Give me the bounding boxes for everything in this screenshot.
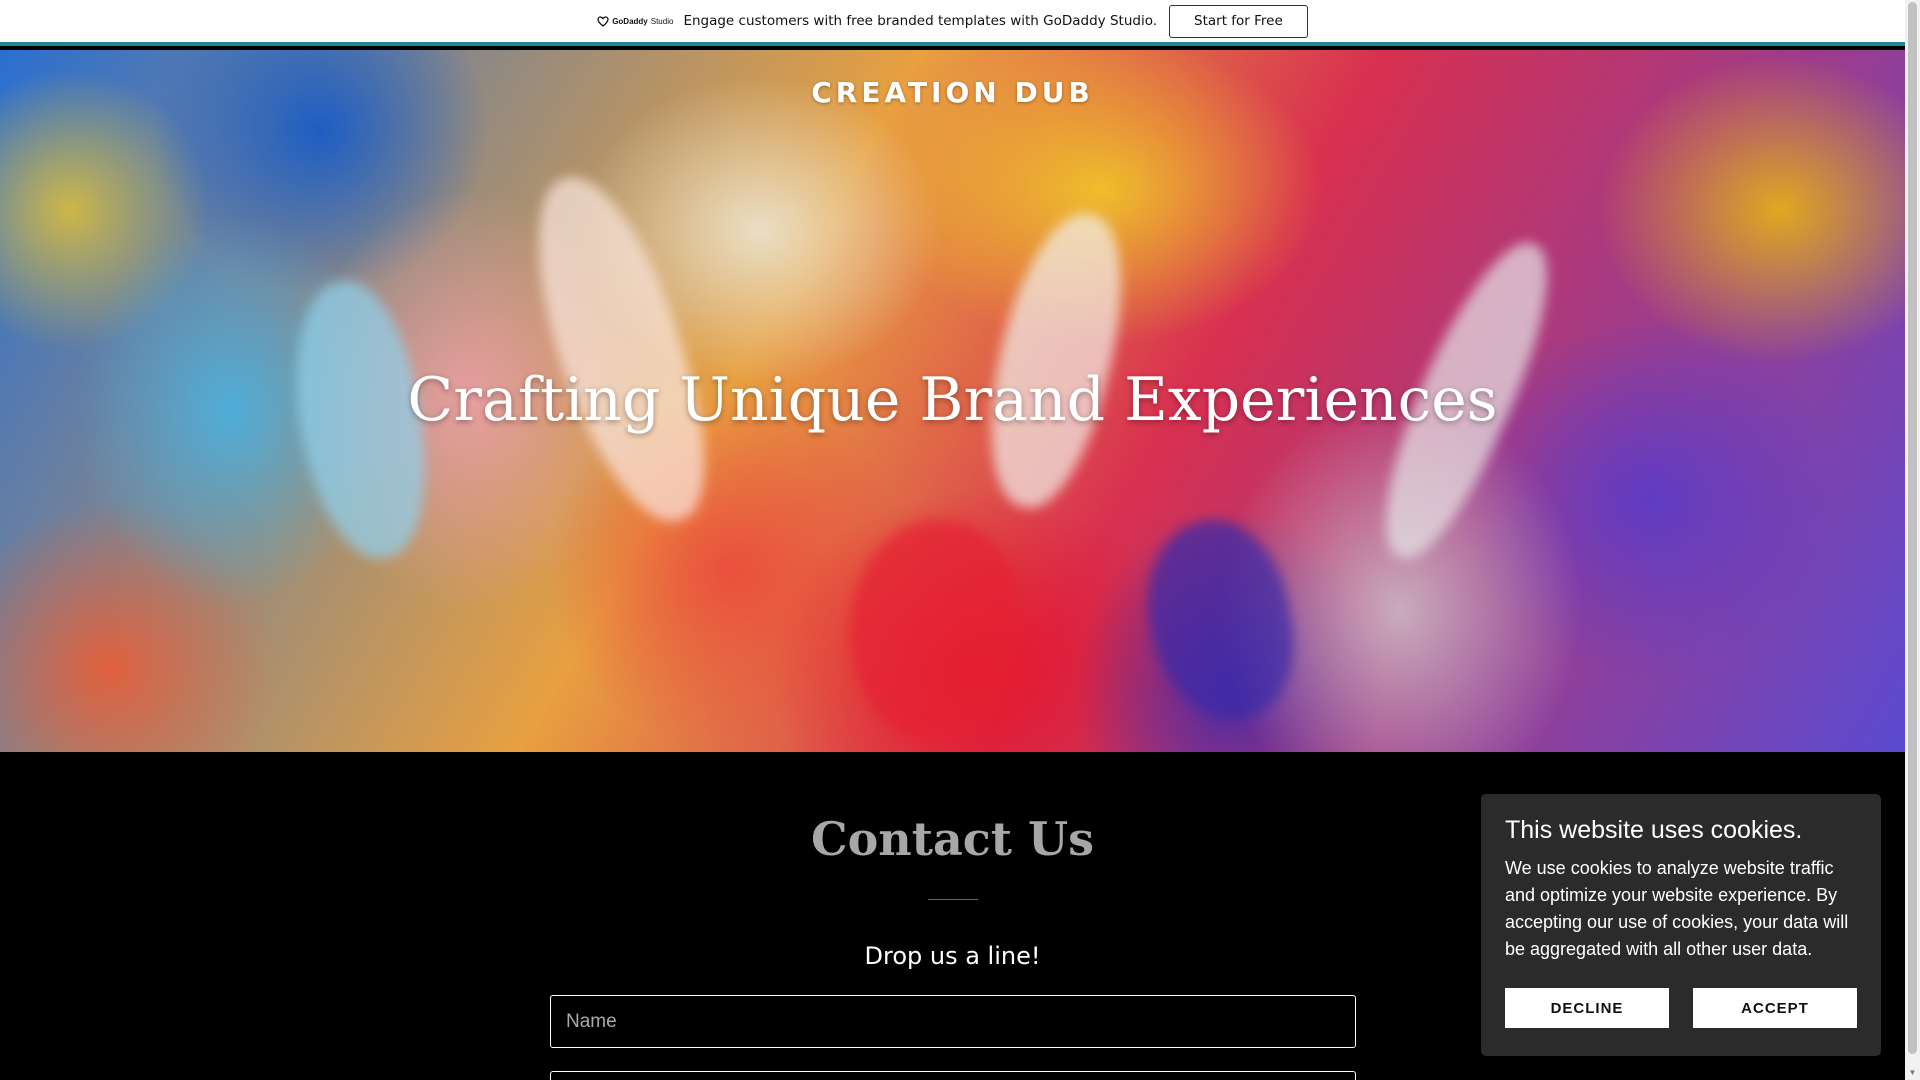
hero-art-stroke — [838, 511, 1032, 749]
start-for-free-button[interactable]: Start for Free — [1169, 4, 1308, 38]
scroll-down-icon[interactable]: ▼ — [1905, 1066, 1920, 1080]
hero-section: CREATION DUB Crafting Unique Brand Exper… — [0, 50, 1905, 752]
hero-art-stroke — [1133, 509, 1307, 731]
cookie-consent-panel: This website uses cookies. We use cookie… — [1481, 794, 1881, 1056]
site-title[interactable]: CREATION DUB — [0, 76, 1905, 109]
section-divider — [928, 899, 978, 900]
logo-brand: GoDaddy — [612, 16, 648, 26]
page-scrollbar[interactable]: ▼ — [1905, 0, 1920, 1080]
accept-cookies-button[interactable]: ACCEPT — [1693, 988, 1857, 1028]
godaddy-heart-icon — [597, 15, 609, 27]
scrollbar-thumb[interactable] — [1908, 2, 1917, 1054]
decline-cookies-button[interactable]: DECLINE — [1505, 988, 1669, 1028]
logo-product: Studio — [650, 16, 674, 26]
name-input[interactable] — [550, 995, 1356, 1048]
promo-message: Engage customers with free branded templ… — [683, 13, 1158, 29]
godaddy-studio-logo[interactable]: GoDaddy Studio — [597, 15, 674, 27]
hero-art-stroke — [507, 160, 733, 540]
cookie-title: This website uses cookies. — [1505, 816, 1803, 844]
hero-heading: Crafting Unique Brand Experiences — [407, 365, 1498, 435]
cookie-actions: DECLINE ACCEPT — [1505, 988, 1857, 1028]
promo-banner: GoDaddy Studio Engage customers with fre… — [0, 0, 1905, 46]
email-input[interactable] — [550, 1071, 1356, 1080]
hero-art-stroke — [965, 201, 1145, 519]
cookie-message: We use cookies to analyze website traffi… — [1505, 858, 1849, 959]
